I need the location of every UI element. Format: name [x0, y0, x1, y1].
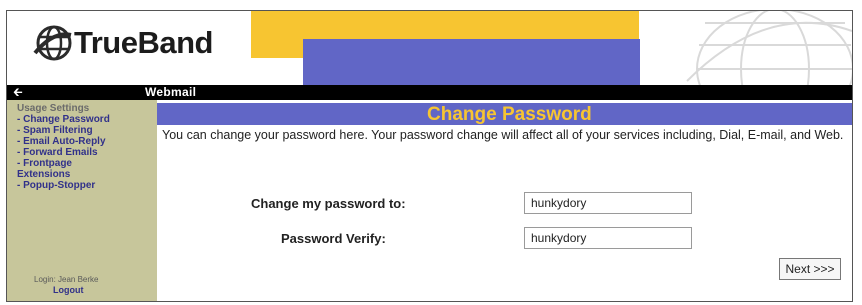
logo-text: TrueBand [74, 25, 213, 60]
back-arrow-icon[interactable]: 🡰 [13, 85, 23, 100]
sidebar-item-usage-settings[interactable]: Usage Settings [17, 103, 157, 114]
sidebar-item-forward-emails[interactable]: - Forward Emails [17, 147, 157, 158]
next-button[interactable]: Next >>> [779, 258, 841, 280]
sidebar-item-extensions[interactable]: Extensions [17, 169, 157, 180]
sidebar-item-email-auto-reply[interactable]: - Email Auto-Reply [17, 136, 157, 147]
sidebar-item-spam-filtering[interactable]: - Spam Filtering [17, 125, 157, 136]
login-info: Login: Jean Berke [34, 275, 99, 284]
sidebar-nav: Usage Settings - Change Password - Spam … [7, 100, 157, 191]
logout-link[interactable]: Logout [53, 285, 84, 295]
top-navigation-bar: 🡰 Webmail [7, 85, 852, 100]
sidebar-item-change-password[interactable]: - Change Password [17, 114, 157, 125]
password-verify-field[interactable] [524, 227, 692, 249]
page-title: Change Password [427, 104, 592, 125]
globe-watermark-icon [686, 11, 852, 85]
header-banner: TrueBand [7, 11, 852, 85]
purple-banner-block [303, 39, 640, 85]
description-text: You can change your password here. Your … [162, 128, 844, 142]
main-content: Change Password You can change your pass… [157, 100, 852, 301]
new-password-field[interactable] [524, 192, 692, 214]
new-password-label: Change my password to: [251, 196, 406, 211]
title-bar: Change Password [157, 103, 852, 125]
webmail-title: Webmail [145, 85, 197, 99]
password-verify-label: Password Verify: [281, 231, 386, 246]
sidebar-item-frontpage[interactable]: - Frontpage [17, 158, 157, 169]
sidebar-item-popup-stopper[interactable]: - Popup-Stopper [17, 180, 157, 191]
sidebar: Usage Settings - Change Password - Spam … [7, 100, 157, 301]
globe-logo-icon [33, 25, 72, 61]
webmail-window: TrueBand 🡰 Webmail Usage Settings - Chan… [6, 10, 853, 302]
trueband-logo[interactable]: TrueBand [33, 23, 213, 63]
